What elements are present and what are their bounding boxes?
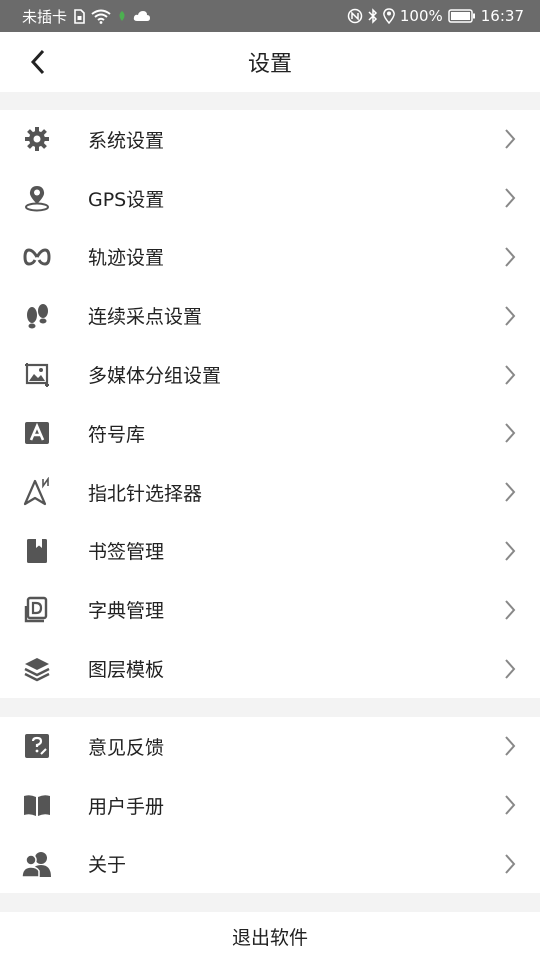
nfc-icon [347, 8, 363, 24]
menu-item-user-manual[interactable]: 用户手册 [0, 776, 540, 835]
menu-item-feedback[interactable]: 意见反馈 [0, 717, 540, 776]
book-icon [20, 788, 54, 822]
chevron-right-icon [500, 480, 520, 504]
menu-item-label: 多媒体分组设置 [88, 365, 222, 388]
menu-item-label: 系统设置 [88, 129, 165, 152]
menu-item-label: 书签管理 [88, 541, 165, 564]
clock: 16:37 [480, 7, 524, 25]
media-image-icon [20, 358, 54, 392]
menu-item-layer-template[interactable]: 图层模板 [0, 639, 540, 698]
logout-button[interactable]: 退出软件 [0, 912, 540, 960]
menu-item-compass-selector[interactable]: 指北针选择器 [0, 463, 540, 522]
support-list: 意见反馈 用户手册 关于 [0, 717, 540, 894]
bookmark-icon [20, 534, 54, 568]
menu-item-label: GPS设置 [88, 188, 165, 211]
north-arrow-icon [20, 475, 54, 509]
chevron-right-icon [500, 657, 520, 681]
menu-item-continuous-sampling-settings[interactable]: 连续采点设置 [0, 286, 540, 345]
chevron-right-icon [500, 304, 520, 328]
menu-item-bookmark-management[interactable]: 书签管理 [0, 522, 540, 581]
menu-item-label: 用户手册 [88, 795, 165, 818]
menu-item-gps-settings[interactable]: GPS设置 [0, 169, 540, 228]
carrier-text: 未插卡 [22, 7, 68, 26]
menu-item-label: 字典管理 [88, 600, 165, 623]
chevron-right-icon [500, 421, 520, 445]
cloud-icon [133, 10, 151, 22]
menu-item-label: 符号库 [88, 423, 146, 446]
symbol-letter-icon [20, 416, 54, 450]
menu-item-dictionary-management[interactable]: 字典管理 [0, 580, 540, 639]
menu-item-label: 关于 [88, 854, 127, 877]
wifi-icon [91, 9, 111, 24]
location-pin-icon [20, 181, 54, 215]
layers-icon [20, 652, 54, 686]
menu-item-label: 连续采点设置 [88, 306, 203, 329]
chevron-right-icon [500, 852, 520, 876]
battery-percent: 100% [399, 7, 443, 25]
chevron-right-icon [500, 598, 520, 622]
feedback-icon [20, 729, 54, 763]
app-header: 设置 [0, 32, 540, 92]
logout-label: 退出软件 [231, 926, 308, 949]
chevron-right-icon [500, 734, 520, 758]
chevron-right-icon [500, 127, 520, 151]
about-users-icon [20, 847, 54, 881]
menu-item-label: 意见反馈 [88, 736, 165, 759]
status-bar: 未插卡 100% 16:37 [0, 0, 540, 32]
chevron-right-icon [500, 793, 520, 817]
footprints-icon [20, 299, 54, 333]
page-title: 设置 [247, 52, 292, 77]
chevron-left-icon [30, 49, 45, 75]
chevron-right-icon [500, 363, 520, 387]
leaf-icon [117, 10, 127, 22]
back-button[interactable] [22, 46, 54, 78]
chevron-right-icon [500, 539, 520, 563]
menu-item-system-settings[interactable]: 系统设置 [0, 110, 540, 169]
menu-item-symbol-library[interactable]: 符号库 [0, 404, 540, 463]
menu-item-multimedia-group-settings[interactable]: 多媒体分组设置 [0, 345, 540, 404]
menu-item-label: 图层模板 [88, 659, 165, 682]
battery-icon [448, 9, 476, 23]
chevron-right-icon [500, 186, 520, 210]
menu-item-about[interactable]: 关于 [0, 835, 540, 894]
menu-item-label: 轨迹设置 [88, 247, 165, 270]
gear-icon [20, 122, 54, 156]
settings-list: 系统设置 GPS设置 轨迹设置 连续采点设置 多媒体分组设置 符号库 指北针选择… [0, 110, 540, 698]
sim-card-icon [73, 8, 85, 24]
menu-item-track-settings[interactable]: 轨迹设置 [0, 228, 540, 287]
dictionary-icon [20, 593, 54, 627]
chevron-right-icon [500, 245, 520, 269]
location-icon [382, 8, 395, 24]
bluetooth-icon [368, 8, 378, 24]
menu-item-label: 指北针选择器 [88, 482, 203, 505]
track-loop-icon [20, 240, 54, 274]
